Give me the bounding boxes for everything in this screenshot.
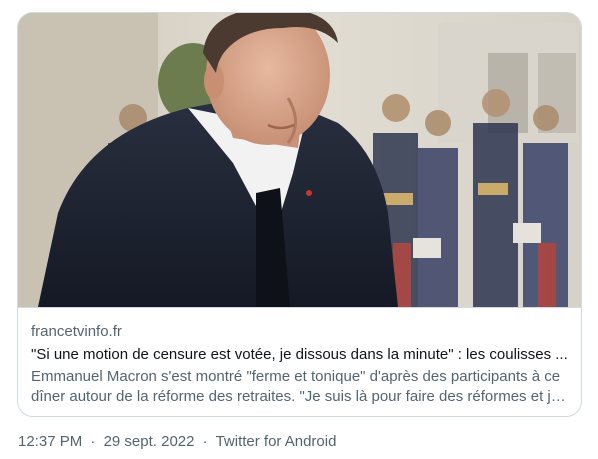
tweet-client[interactable]: Twitter for Android bbox=[216, 433, 337, 450]
link-domain: francetvinfo.fr bbox=[31, 323, 122, 340]
link-description-line-2: dîner autour de la réforme des retraites… bbox=[31, 388, 568, 405]
link-headline: "Si une motion de censure est votée, je … bbox=[31, 346, 568, 363]
link-description: Emmanuel Macron s'est montré "ferme et t… bbox=[31, 367, 568, 407]
separator: · bbox=[90, 433, 96, 450]
tweet-date[interactable]: 29 sept. 2022 bbox=[104, 433, 195, 450]
tweet-metadata: 12:37 PM · 29 sept. 2022 · Twitter for A… bbox=[18, 432, 336, 452]
link-description-line-1: Emmanuel Macron s'est montré "ferme et t… bbox=[31, 368, 561, 385]
separator: · bbox=[202, 433, 208, 450]
link-preview-meta[interactable]: francetvinfo.fr "Si une motion de censur… bbox=[18, 307, 581, 416]
link-preview-card[interactable]: francetvinfo.fr "Si une motion de censur… bbox=[17, 12, 582, 417]
article-photo[interactable] bbox=[18, 13, 581, 307]
tweet-time[interactable]: 12:37 PM bbox=[18, 433, 82, 450]
